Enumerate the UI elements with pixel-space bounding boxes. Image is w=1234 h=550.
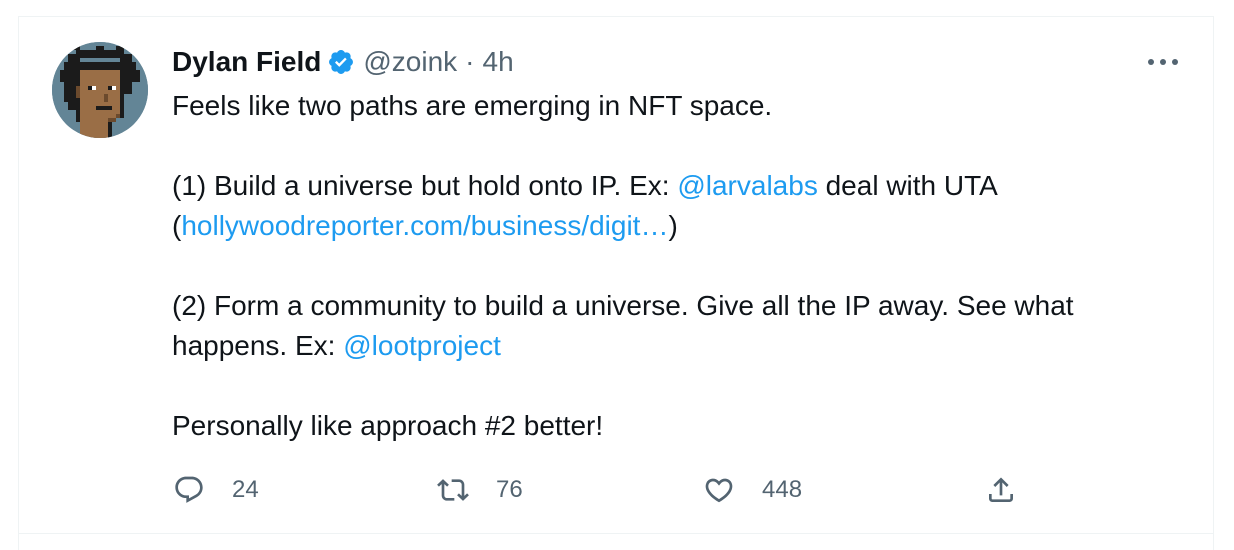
retweet-button[interactable]: 76 [436, 470, 523, 510]
like-count: 448 [762, 476, 803, 503]
tweet-line: (1) Build a universe but hold onto IP. E… [172, 166, 1162, 206]
mention-lootproject[interactable]: @lootproject [343, 330, 501, 361]
external-link[interactable]: hollywoodreporter.com/business/digit… [181, 210, 668, 241]
tweet-actions: 24 76 448 [172, 470, 1052, 510]
verified-badge-icon [327, 48, 355, 76]
tweet-line: Personally like approach #2 better! [172, 410, 604, 441]
heart-icon [702, 473, 736, 507]
retweet-icon [436, 473, 470, 507]
tweet-text-span: (1) Build a universe but hold onto IP. E… [172, 170, 678, 201]
author-name[interactable]: Dylan Field [172, 44, 321, 80]
tweet-line: (hollywoodreporter.com/business/digit…) [172, 206, 1162, 246]
reply-icon [172, 473, 206, 507]
retweet-count: 76 [496, 476, 523, 503]
share-icon [984, 473, 1018, 507]
tweet-timestamp[interactable]: 4h [483, 44, 514, 80]
tweet-line: happens. Ex: @lootproject [172, 326, 1162, 366]
reply-count: 24 [232, 476, 259, 503]
tweet-line: (2) Form a community to build a universe… [172, 290, 1074, 321]
like-button[interactable]: 448 [702, 470, 802, 510]
tweet-text-span: happens. Ex: [172, 330, 344, 361]
author-handle[interactable]: @zoink [363, 44, 457, 80]
tweet-text-span: deal with UTA [817, 170, 998, 201]
divider [18, 533, 1214, 534]
more-dots-icon[interactable] [1146, 52, 1180, 72]
tweet-text-span: ) [668, 210, 678, 241]
separator-dot: · [465, 46, 475, 77]
mention-larvalabs[interactable]: @larvalabs [677, 170, 817, 201]
tweet-header: Dylan Field @zoink · 4h [172, 44, 514, 80]
share-button[interactable] [984, 470, 1018, 510]
tweet-line: Feels like two paths are emerging in NFT… [172, 90, 773, 121]
tweet-text-span: ( [172, 210, 182, 241]
reply-button[interactable]: 24 [172, 470, 259, 510]
tweet-text: Feels like two paths are emerging in NFT… [172, 86, 1162, 446]
avatar[interactable] [52, 42, 148, 138]
